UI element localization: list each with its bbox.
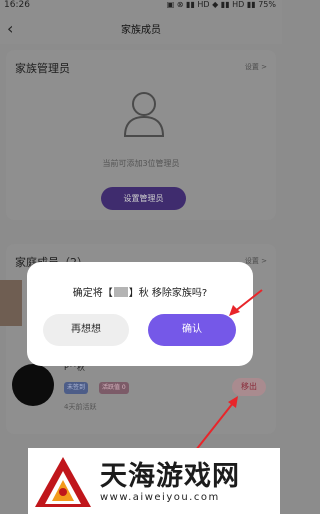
member-avatar-thumb xyxy=(0,280,22,326)
checkin-badge: 未签到 xyxy=(64,382,89,394)
last-active-text: 4天前活跃 xyxy=(64,403,97,411)
set-admin-button[interactable]: 设置管理员 xyxy=(101,187,186,210)
dialog-message-prefix: 确定将【 xyxy=(72,288,113,299)
watermark: 天海游戏网 www.aiweiyou.com xyxy=(28,448,280,514)
site-logo-icon xyxy=(35,457,91,507)
dialog-message: 确定将【 】秋 移除家族吗? xyxy=(27,284,253,299)
status-time: 16:26 xyxy=(4,0,30,10)
status-bar: 16:26 ▣ ⊗ ▮▮ HD ◆ ▮▮ HD ▮▮ 75% xyxy=(0,0,282,12)
admin-hint: 当前可添加3位管理员 xyxy=(102,159,180,168)
dialog-message-suffix: 】秋 移除家族吗? xyxy=(128,288,208,299)
cancel-button[interactable]: 再想想 xyxy=(43,314,129,346)
remove-confirm-dialog: 确定将【 】秋 移除家族吗? 再想想 确认 xyxy=(27,262,253,366)
user-placeholder-icon xyxy=(123,92,165,137)
status-indicators: ▣ ⊗ ▮▮ HD ◆ ▮▮ HD ▮▮ 75% xyxy=(166,0,276,9)
page-title: 家族成员 xyxy=(121,25,161,36)
admin-section-title: 家族管理员 xyxy=(15,62,70,75)
remove-member-button[interactable]: 移出 xyxy=(232,378,266,396)
avatar[interactable] xyxy=(12,364,54,406)
watermark-title: 天海游戏网 xyxy=(100,461,240,492)
watermark-url: www.aiweiyou.com xyxy=(100,492,220,503)
redacted-name-mask xyxy=(113,287,128,297)
nav-bar: ‹ 家族成员 xyxy=(0,12,282,44)
admin-settings-link[interactable]: 设置 > xyxy=(245,62,267,72)
admin-card: 家族管理员 设置 > 当前可添加3位管理员 设置管理员 xyxy=(6,50,276,220)
activity-badge: 活跃值 0 xyxy=(99,382,129,394)
confirm-button[interactable]: 确认 xyxy=(148,314,236,346)
